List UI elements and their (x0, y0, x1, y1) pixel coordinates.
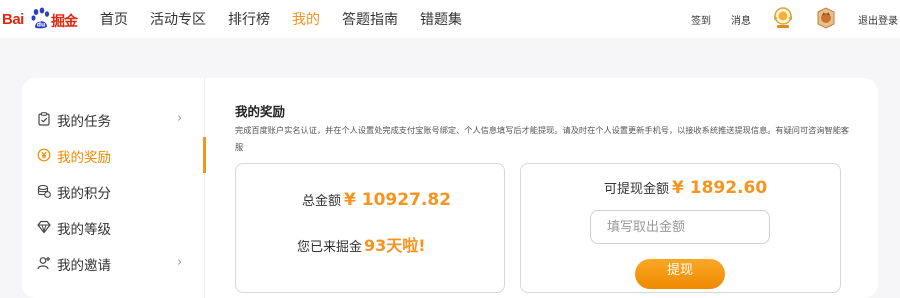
checkin-link[interactable]: 签到 (691, 12, 711, 27)
page-title: 我的奖励 (235, 104, 286, 119)
sidebar-item-label: 我的积分 (57, 186, 111, 202)
svg-text:du: du (37, 22, 46, 29)
sidebar-item-label: 我的任务 (57, 114, 111, 130)
add-user-icon (37, 257, 50, 270)
nav-quiz-guide[interactable]: 答题指南 (342, 9, 398, 29)
sidebar-item-rewards[interactable]: 我的奖励 (22, 137, 206, 173)
total-amount-value: ¥ 10927.82 (344, 190, 452, 210)
sidebar-item-level[interactable]: 我的等级 (22, 209, 205, 245)
withdraw-notice: 完成百度账户实名认证，并在个人设置处完成支付宝账号绑定、个人信息填写后才能提现。… (235, 125, 850, 152)
messages-link[interactable]: 消息 (731, 12, 751, 27)
nav-leaderboard[interactable]: 排行榜 (228, 9, 270, 29)
nav-activities[interactable]: 活动专区 (150, 9, 206, 29)
logo-text-juejin: 掘金 (51, 14, 78, 30)
sidebar-item-points[interactable]: 我的积分 (22, 173, 205, 209)
sidebar-item-label: 我的等级 (57, 222, 111, 238)
withdrawable-amount: ¥ 1892.60 (672, 178, 768, 198)
main-nav: 首页 活动专区 排行榜 我的 答题指南 错题集 (100, 9, 484, 29)
baidu-logo[interactable]: Bai du 掘金 (2, 5, 78, 33)
logout-link[interactable]: 退出登录 (858, 12, 898, 27)
active-indicator (203, 137, 206, 173)
top-navbar: Bai du 掘金 首页 活动专区 排行榜 我的 答题指南 错题集 签到 消息 … (0, 0, 900, 38)
sidebar-item-tasks[interactable]: 我的任务 › (22, 101, 205, 137)
withdraw-amount-input[interactable] (590, 210, 770, 244)
total-amount-row: 总金额 ¥ 10927.82 (302, 190, 451, 210)
clipboard-check-icon (38, 112, 50, 126)
medal-icon[interactable] (772, 6, 794, 30)
withdraw-button[interactable]: 提现 (635, 259, 725, 289)
total-amount-label: 总金额 (302, 194, 342, 209)
yuan-circle-icon (37, 148, 51, 162)
days-row: 您已来掘金 93天啦! (297, 232, 426, 256)
chevron-right-icon: › (177, 255, 183, 270)
sidebar-item-label: 我的邀请 (57, 258, 111, 274)
coins-icon (37, 184, 51, 198)
chevron-right-icon: › (177, 111, 183, 126)
days-label: 您已来掘金 (297, 240, 363, 255)
nav-home[interactable]: 首页 (100, 9, 128, 29)
total-amount-panel (235, 163, 505, 293)
sidebar: 我的任务 › 我的奖励 我的积分 我的等级 我的邀请 › (22, 78, 206, 298)
withdrawable-row: 可提现金额 ¥ 1892.60 (604, 178, 767, 198)
sidebar-item-label: 我的奖励 (57, 150, 111, 166)
withdrawable-label: 可提现金额 (604, 182, 670, 197)
nav-wrong-answers[interactable]: 错题集 (420, 9, 462, 29)
diamond-icon (37, 220, 51, 234)
days-value: 93天啦! (364, 236, 426, 255)
fox-badge-icon[interactable] (815, 6, 837, 30)
nav-mine[interactable]: 我的 (292, 9, 320, 29)
logo-text-bai: Bai (2, 11, 24, 28)
sidebar-item-invites[interactable]: 我的邀请 › (22, 245, 205, 281)
paw-icon: du (31, 7, 50, 29)
